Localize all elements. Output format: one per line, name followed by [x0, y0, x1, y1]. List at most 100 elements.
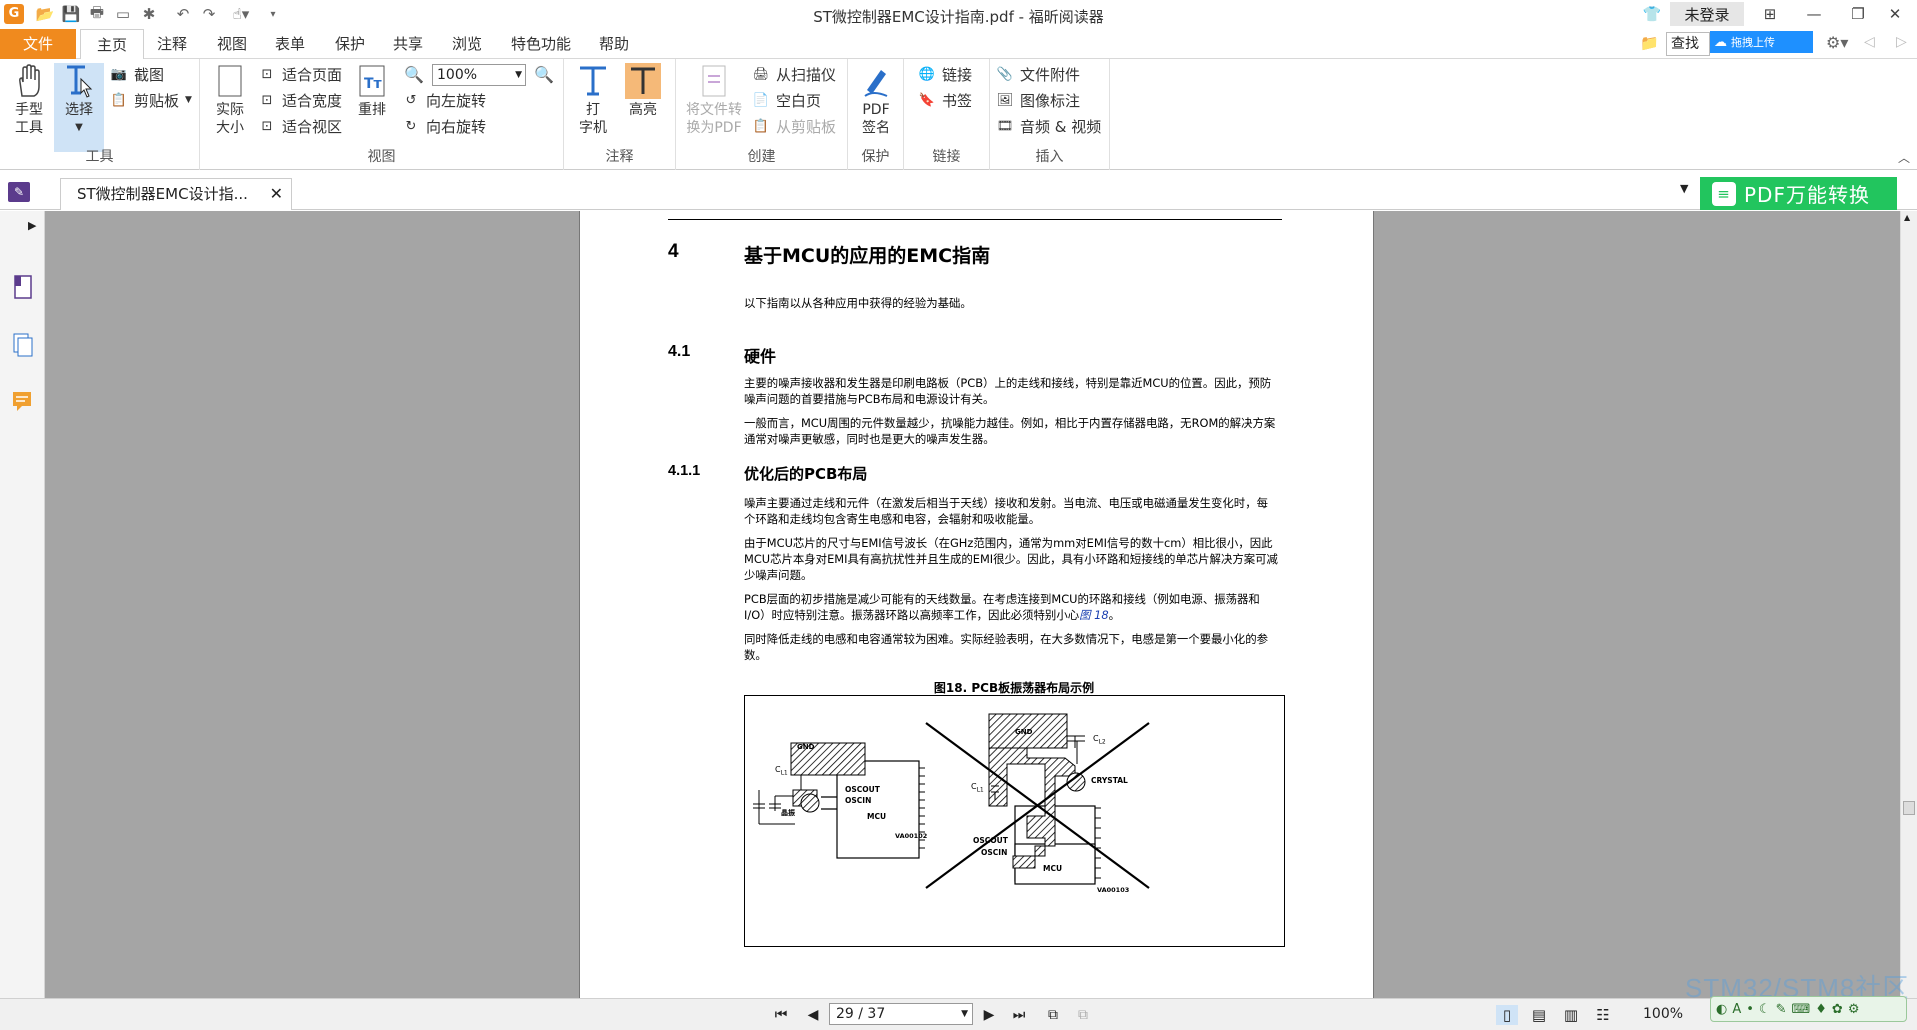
ime-letter-icon[interactable]: A	[1732, 1002, 1741, 1017]
tab-file[interactable]: 文件	[0, 29, 76, 59]
tab-comment[interactable]: 注释	[148, 29, 196, 59]
rotate-left-label: 向左旋转	[426, 91, 487, 110]
tab-form[interactable]: 表单	[266, 29, 314, 59]
link-button[interactable]: 🌐 链接	[918, 63, 972, 85]
ime-mic-icon[interactable]: ♦	[1815, 1002, 1827, 1017]
select-dropdown-icon[interactable]: ▼	[54, 119, 104, 137]
tab-protect[interactable]: 保护	[326, 29, 374, 59]
first-page-icon[interactable]: ⏮	[770, 1005, 792, 1025]
upload-button[interactable]: ☁ 拖拽上传	[1710, 31, 1813, 53]
from-clipboard-button[interactable]: 📋 从剪贴板	[752, 115, 836, 137]
vertical-scrollbar[interactable]: ▲	[1900, 211, 1917, 998]
last-page-icon[interactable]: ⏭	[1008, 1005, 1030, 1025]
screenshot-button[interactable]: 📷 截图	[110, 63, 164, 85]
zoom-in-icon[interactable]: 🔍	[534, 65, 554, 84]
expand-panel-icon[interactable]: ▶	[28, 219, 36, 232]
collapse-ribbon-icon[interactable]: ︿	[1898, 149, 1910, 166]
blank-page-button[interactable]: 📄 空白页	[752, 89, 821, 111]
ime-toolbar[interactable]: ◐ A • ☾ ✎ ⌨ ♦ ✿ ⚙	[1710, 996, 1907, 1022]
prev-icon[interactable]: ◁	[1864, 34, 1875, 50]
typewriter-icon	[575, 63, 611, 99]
rotate-left-button[interactable]: ↺ 向左旋转	[402, 89, 486, 111]
fit-width-button[interactable]: ⊡ 适合宽度	[258, 89, 342, 111]
pages-icon[interactable]	[10, 273, 36, 301]
close-tab-icon[interactable]: ✕	[270, 179, 283, 209]
page-number-input[interactable]: 29 / 37 ▼	[829, 1003, 973, 1025]
actual-size-button[interactable]: 实际 大小	[210, 63, 250, 137]
skin-icon[interactable]: 👕	[1630, 0, 1674, 28]
bookmark-button[interactable]: 🔖 书签	[918, 89, 972, 111]
ime-punct-icon[interactable]: •	[1746, 1002, 1754, 1017]
find-folder-icon[interactable]: 📁	[1640, 34, 1659, 52]
select-tool-button[interactable]: 选择 ▼	[54, 63, 104, 152]
fit-visible-button[interactable]: ⊡ 适合视区	[258, 115, 342, 137]
continuous-view-icon[interactable]: ▤	[1528, 1005, 1550, 1025]
convert-to-pdf-button[interactable]: 将文件转 换为PDF	[682, 63, 746, 137]
left-mcu-label: MCU	[867, 812, 887, 821]
ime-skin-icon[interactable]: ✿	[1832, 1002, 1843, 1017]
pdf-convert-button[interactable]: ≡ PDF万能转换	[1700, 177, 1897, 210]
svg-text:Tт: Tт	[364, 76, 383, 92]
ime-logo-icon[interactable]: ◐	[1716, 1002, 1727, 1017]
figure-18-link[interactable]: 图 18	[1079, 608, 1109, 622]
ime-settings-icon[interactable]: ⚙	[1848, 1002, 1860, 1017]
ime-keyboard-icon[interactable]: ⌨	[1791, 1002, 1810, 1017]
single-page-view-icon[interactable]: ▯	[1496, 1005, 1518, 1025]
right-cl1-label: CL1	[971, 782, 984, 794]
tab-help[interactable]: 帮助	[590, 29, 638, 59]
highlight-icon	[625, 63, 661, 99]
pdf-sign-button[interactable]: PDF 签名	[854, 63, 898, 137]
left-oscout-label: OSCOUT	[845, 785, 880, 794]
tab-document[interactable]: ST微控制器EMC设计指... ✕	[60, 178, 292, 210]
app-tab-icon[interactable]: ✎	[8, 182, 30, 202]
clipboard-button[interactable]: 📋 剪贴板 ▼	[110, 89, 192, 111]
zoom-dropdown-icon[interactable]: ▼	[515, 65, 522, 85]
ime-moon-icon[interactable]: ☾	[1759, 1002, 1771, 1017]
page-dropdown-icon[interactable]: ▼	[961, 1004, 968, 1024]
zoom-input[interactable]: 100% ▼	[432, 64, 526, 86]
hand-tool-button[interactable]: 手型 工具	[6, 63, 52, 137]
ime-voice-icon[interactable]: ✎	[1776, 1002, 1787, 1017]
highlight-button[interactable]: 高亮	[622, 63, 664, 119]
view-group-label: 视图	[367, 149, 396, 165]
scroll-up-icon[interactable]: ▲	[1904, 213, 1910, 222]
facing-view-icon[interactable]: ▥	[1560, 1005, 1582, 1025]
next-icon[interactable]: ▷	[1896, 34, 1907, 50]
previous-view-icon[interactable]: ⧉	[1042, 1005, 1064, 1025]
fit-page-button[interactable]: ⊡ 适合页面	[258, 63, 342, 85]
status-zoom[interactable]: 100%	[1643, 1006, 1683, 1022]
next-view-icon[interactable]: ⧉	[1072, 1005, 1094, 1025]
reflow-button[interactable]: Tт 重排	[352, 63, 392, 119]
settings-icon[interactable]: ⚙▾	[1826, 33, 1848, 52]
clipboard-pdf-icon: 📋	[752, 118, 770, 134]
login-button[interactable]: 未登录	[1670, 2, 1744, 26]
audio-video-button[interactable]: 🎞 音频 & 视频	[996, 115, 1102, 137]
document-viewport[interactable]: 4 基于MCU的应用的EMC指南 以下指南以从各种应用中获得的经验为基础。 4.…	[45, 211, 1900, 998]
tab-features[interactable]: 特色功能	[505, 29, 577, 59]
typewriter-button[interactable]: 打 字机	[572, 63, 614, 137]
zoom-value: 100%	[437, 67, 478, 83]
reflow-icon: Tт	[354, 63, 390, 99]
continuous-facing-view-icon[interactable]: ☷	[1592, 1005, 1614, 1025]
layout-icon[interactable]: ⊞	[1748, 0, 1792, 28]
image-annotation-button[interactable]: 🖼 图像标注	[996, 89, 1080, 111]
scroll-thumb[interactable]	[1903, 801, 1915, 815]
zoom-out-icon[interactable]: 🔍	[404, 65, 424, 84]
rotate-right-button[interactable]: ↻ 向右旋转	[402, 115, 486, 137]
tab-share[interactable]: 共享	[384, 29, 432, 59]
tab-view[interactable]: 视图	[208, 29, 256, 59]
tab-list-dropdown-icon[interactable]: ▼	[1680, 182, 1688, 195]
upload-label: 拖拽上传	[1731, 36, 1775, 49]
rotate-right-label: 向右旋转	[426, 117, 487, 136]
layers-icon[interactable]	[10, 331, 36, 359]
from-scanner-button[interactable]: 🖨 从扫描仪	[752, 63, 836, 85]
previous-page-icon[interactable]: ◀	[802, 1005, 824, 1025]
file-attachment-button[interactable]: 📎 文件附件	[996, 63, 1080, 85]
tab-browse[interactable]: 浏览	[443, 29, 491, 59]
next-page-icon[interactable]: ▶	[978, 1005, 1000, 1025]
comments-icon[interactable]	[10, 387, 36, 415]
search-input[interactable]: 查找	[1666, 32, 1710, 56]
minimize-button[interactable]: —	[1792, 0, 1836, 28]
close-button[interactable]: ✕	[1873, 0, 1917, 28]
tab-home[interactable]: 主页	[80, 29, 144, 60]
